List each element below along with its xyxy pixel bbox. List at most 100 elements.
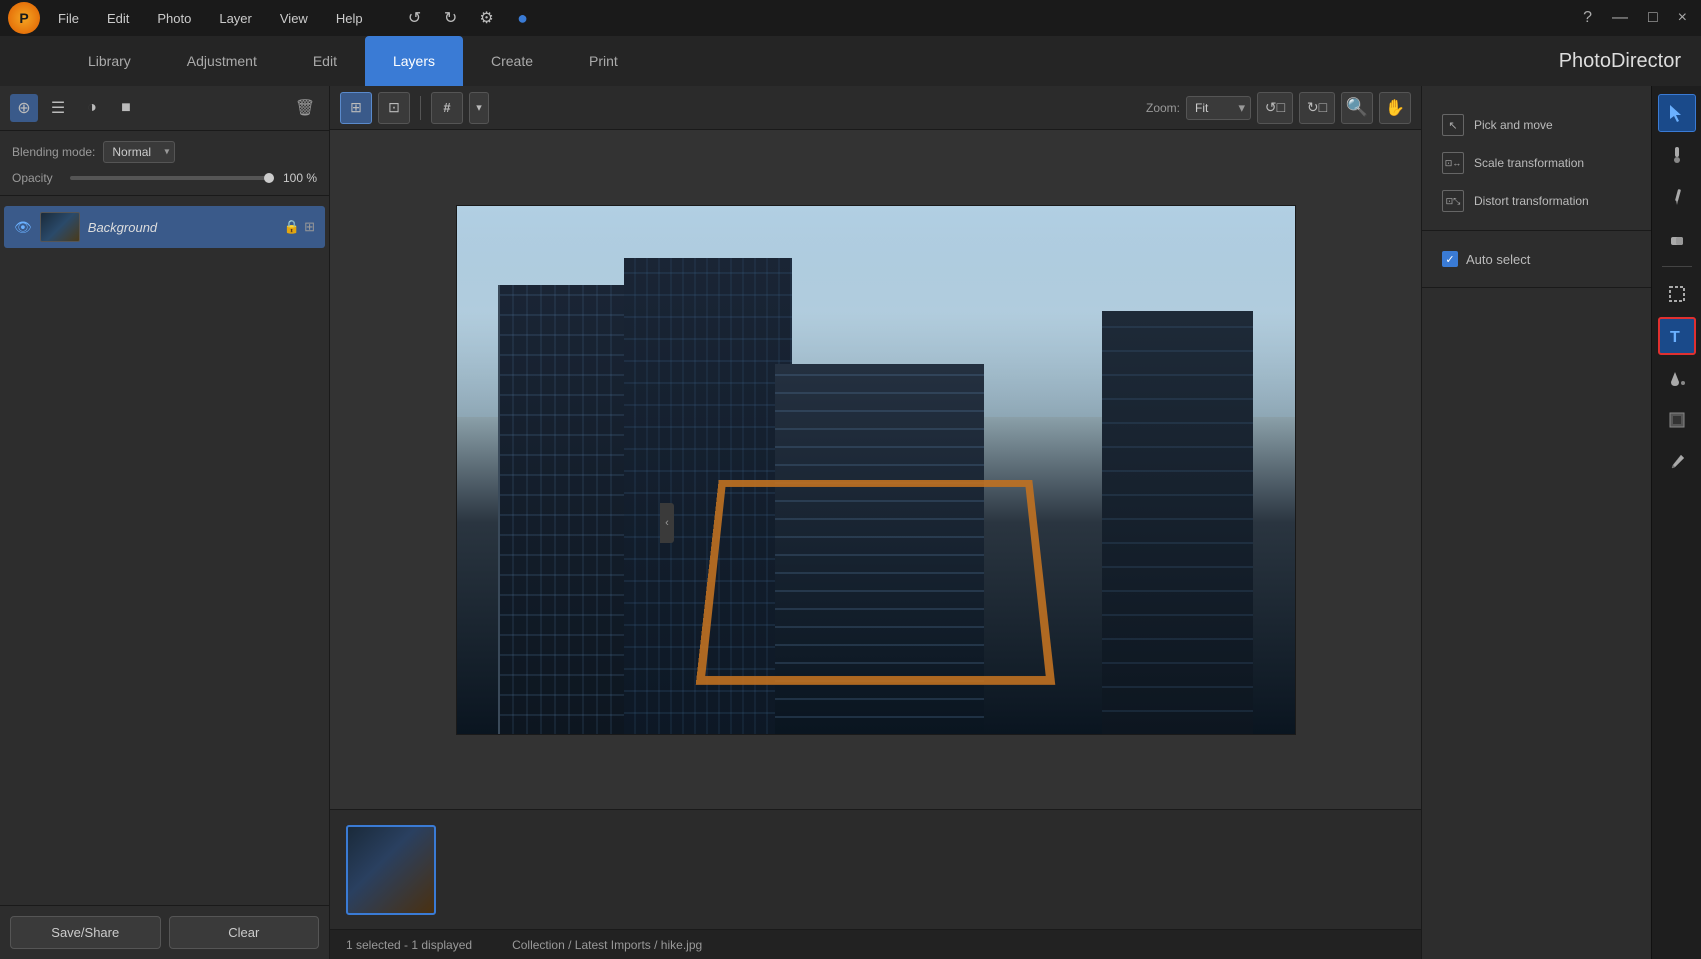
canvas-filmstrip [330,809,1421,929]
canvas-viewport[interactable] [330,130,1421,809]
blend-mode-row: Blending mode: Normal Multiply Screen Ov… [12,141,317,163]
pick-move-tool-btn[interactable] [1658,94,1696,132]
lock-icon: 🔒 [284,219,300,235]
status-bar: 1 selected - 1 displayed Collection / La… [330,929,1421,959]
menu-bar: File Edit Photo Layer View Help [52,7,369,30]
tab-layers[interactable]: Layers [365,36,463,86]
redo-btn[interactable]: ↻ [437,4,465,32]
distort-transform-item[interactable]: ⊡⤡ Distort transformation [1438,182,1635,220]
scale-transform-icon: ⊡↔ [1442,152,1464,174]
layer-settings-icon[interactable]: ⊞ [304,219,315,235]
zoom-label: Zoom: [1146,101,1180,115]
opacity-row: Opacity 100 % [12,171,317,185]
building-2 [1102,311,1253,733]
distort-transform-icon: ⊡⤡ [1442,190,1464,212]
pencil-tool-btn[interactable] [1658,178,1696,216]
menu-view[interactable]: View [274,7,314,30]
color-rect-btn[interactable] [1658,401,1696,439]
minimize-btn[interactable]: — [1606,7,1634,29]
tab-adjustment[interactable]: Adjustment [159,36,285,86]
text-tool-btn[interactable]: T [1658,317,1696,355]
layers-list: 👁 Background 🔒 ⊞ [0,196,329,905]
menu-layer[interactable]: Layer [213,7,258,30]
blend-mode-label: Blending mode: [12,145,95,159]
pick-move-icon: ↖ [1442,114,1464,136]
delete-layer-btn[interactable]: 🗑 [291,94,319,122]
grid-dropdown-btn[interactable]: ▾ [469,92,489,124]
main-content: ⊕ ☰ ◑ ■ 🗑 Blending mode: Normal Multiply… [0,86,1701,959]
layer-menu-btn[interactable]: ☰ [44,94,72,122]
layer-name: Background [88,220,276,235]
zoom-select[interactable]: Fit 25% 50% 75% 100% [1186,96,1251,120]
auto-select-label: Auto select [1466,252,1530,267]
app-title: PhotoDirector [1559,50,1681,73]
menu-file[interactable]: File [52,7,85,30]
eyedropper-btn[interactable] [1658,443,1696,481]
select-single-layer-btn[interactable]: ⊡ [378,92,410,124]
tab-create[interactable]: Create [463,36,561,86]
selection-info: 1 selected - 1 displayed [346,938,472,952]
filmstrip-thumb-1[interactable] [346,825,436,915]
tool-strip-sep-1 [1662,266,1692,267]
pick-move-item[interactable]: ↖ Pick and move [1438,106,1635,144]
eraser-icon [1667,229,1687,249]
menu-edit[interactable]: Edit [101,7,135,30]
pan-tool-btn[interactable]: ✋ [1379,92,1411,124]
right-panel: ↖ Pick and move ⊡↔ Scale transformation … [1421,86,1651,959]
zoom-fit-btn[interactable]: 🔍 [1341,92,1373,124]
help-btn[interactable]: ? [1577,7,1598,29]
brush-icon [1667,145,1687,165]
toolbar-sep-1 [420,96,421,120]
blend-mode-select-wrap: Normal Multiply Screen Overlay [103,141,175,163]
pencil-icon [1667,187,1687,207]
file-path: Collection / Latest Imports / hike.jpg [512,938,702,952]
title-bar: P File Edit Photo Layer View Help ↺ ↻ ⚙ … [0,0,1701,36]
opacity-value: 100 % [282,171,317,185]
layer-controls: Blending mode: Normal Multiply Screen Ov… [0,131,329,196]
layer-item-background[interactable]: 👁 Background 🔒 ⊞ [4,206,325,248]
orange-structure [696,480,1056,685]
rect-select-btn[interactable] [1658,275,1696,313]
canvas-image [456,205,1296,735]
layer-icons: 🔒 ⊞ [284,219,315,235]
mask-tool-btn[interactable]: ◑ [78,94,106,122]
save-share-button[interactable]: Save/Share [10,916,161,949]
shape-tool-btn[interactable]: ■ [112,94,140,122]
opacity-label: Opacity [12,171,62,185]
opacity-slider[interactable] [70,176,274,180]
tab-print[interactable]: Print [561,36,646,86]
maximize-btn[interactable]: □ [1642,7,1664,29]
tab-edit[interactable]: Edit [285,36,365,86]
grid-btn[interactable]: # [431,92,463,124]
zoom-control: Zoom: Fit 25% 50% 75% 100% ↺□ ↻□ 🔍 ✋ [1146,92,1411,124]
menu-photo[interactable]: Photo [151,7,197,30]
paint-bucket-icon [1667,368,1687,388]
left-panel: ⊕ ☰ ◑ ■ 🗑 Blending mode: Normal Multiply… [0,86,330,959]
rect-select-icon [1667,284,1687,304]
select-all-layers-btn[interactable]: ⊞ [340,92,372,124]
rotate-canvas-btn[interactable]: ↺□ [1257,92,1293,124]
flip-canvas-btn[interactable]: ↻□ [1299,92,1335,124]
blend-mode-select[interactable]: Normal Multiply Screen Overlay [103,141,175,163]
new-layer-btn[interactable]: ⊕ [10,94,38,122]
visibility-icon[interactable]: 👁 [14,219,32,236]
brush-tool-btn[interactable] [1658,136,1696,174]
eraser-tool-btn[interactable] [1658,220,1696,258]
scale-transform-label: Scale transformation [1474,156,1584,170]
auto-select-checkbox[interactable]: ✓ [1442,251,1458,267]
left-panel-footer: Save/Share Clear [0,905,329,959]
menu-help[interactable]: Help [330,7,369,30]
scale-transform-item[interactable]: ⊡↔ Scale transformation [1438,144,1635,182]
paint-bucket-btn[interactable] [1658,359,1696,397]
close-btn[interactable]: × [1672,7,1693,29]
settings-btn[interactable]: ⚙ [473,4,501,32]
sidebar-collapse-btn[interactable]: ‹ [660,503,674,543]
auto-select-row: ✓ Auto select [1438,241,1635,277]
layer-toolbar: ⊕ ☰ ◑ ■ 🗑 [0,86,329,131]
cyberlink-btn[interactable]: ● [509,4,537,32]
undo-btn[interactable]: ↺ [401,4,429,32]
tab-library[interactable]: Library [60,36,159,86]
pick-move-label: Pick and move [1474,118,1553,132]
arrow-cursor-icon [1667,103,1687,123]
clear-button[interactable]: Clear [169,916,320,949]
